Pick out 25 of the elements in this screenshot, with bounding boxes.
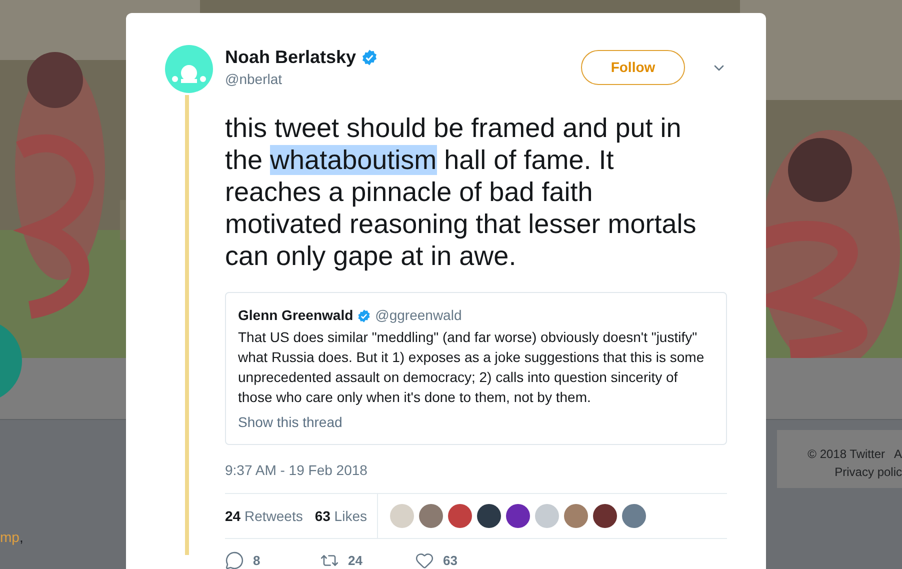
liker-avatar[interactable] [506, 504, 530, 528]
user-handle[interactable]: @nberlat [225, 69, 378, 90]
timestamp[interactable]: 9:37 AM - 19 Feb 2018 [225, 460, 368, 481]
action-count: 8 [253, 552, 260, 569]
stat-text[interactable]: 63 Likes [314, 506, 367, 526]
follow-button[interactable]: Follow [581, 50, 685, 85]
footer-link[interactable]: A [894, 445, 902, 463]
show-thread-link[interactable]: Show this thread [238, 412, 714, 433]
like-icon[interactable] [415, 551, 434, 569]
footer-link[interactable]: © 2018 Twitter [808, 445, 885, 463]
liker-avatar[interactable] [448, 504, 472, 528]
tweet-text: this tweet should be framed and put in the whataboutism hall of fame. It reaches a pinnacle of bad faith motivated reasoning that lesser mortals can only gape at in awe. [225, 112, 698, 272]
user-name[interactable]: Noah Berlatsky [225, 45, 356, 69]
action-count: 24 [348, 552, 362, 569]
quoted-user-name: Glenn Greenwald [238, 306, 354, 325]
quoted-text: That US does similar "meddling" (and far worse) obviously doesn't "justify" what Russia does. But it 1) exposes as a joke suggestions that this is some unprecedented assault on democracy; 2) calls into question sincerity of those who care only when it's done to them, not by them. [238, 328, 706, 407]
quoted-tweet[interactable] [225, 292, 727, 445]
action-count: 63 [443, 552, 458, 569]
liker-avatar[interactable] [476, 504, 501, 528]
quoted-user-handle: @ggreenwald [375, 306, 462, 325]
footer-link[interactable]: Privacy polic [834, 463, 902, 481]
punctuation-text: , [19, 529, 24, 545]
reply-icon[interactable] [225, 551, 244, 569]
stat-text[interactable]: 24 Retweets [225, 506, 303, 526]
liker-avatar[interactable] [592, 504, 617, 528]
